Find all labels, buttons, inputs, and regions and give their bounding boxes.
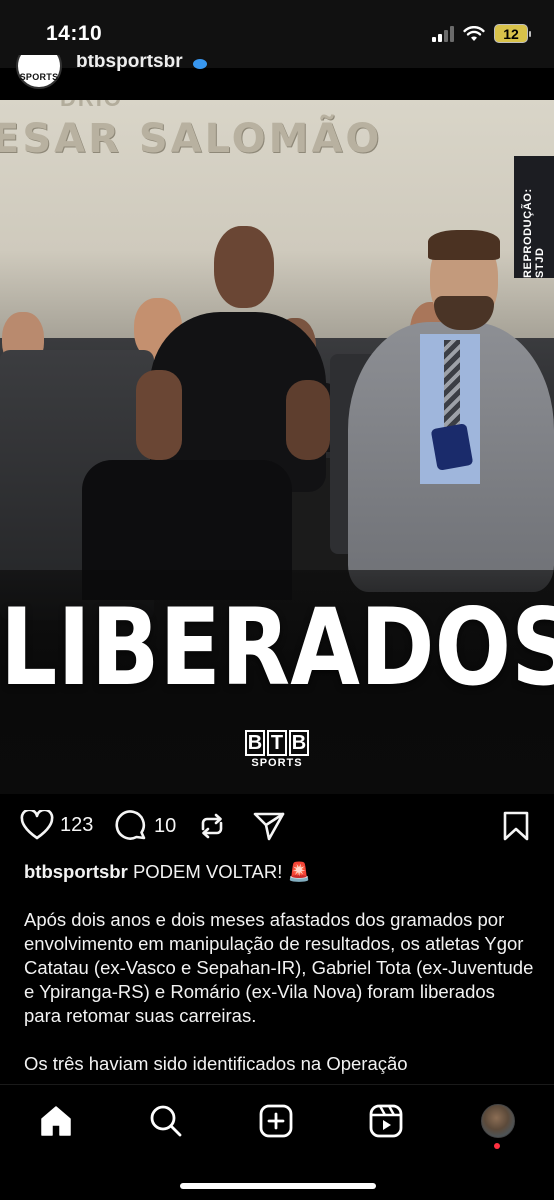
verified-badge-icon	[193, 59, 207, 69]
person-center-arm-right	[286, 380, 330, 460]
nav-profile[interactable]	[478, 1101, 518, 1141]
heart-icon[interactable]	[20, 810, 54, 840]
comment-action[interactable]: 10	[114, 810, 176, 842]
comment-count[interactable]: 10	[154, 815, 176, 838]
profile-avatar[interactable]	[481, 1104, 515, 1138]
caption-username[interactable]: btbsportsbr	[24, 861, 128, 882]
logo-letter-3: B	[289, 729, 309, 756]
nav-reels[interactable]	[366, 1101, 406, 1141]
post-caption: btbsportsbr PODEM VOLTAR! 🚨 Após dois an…	[24, 860, 534, 1100]
logo-letter-2: T	[267, 729, 287, 756]
comment-icon[interactable]	[114, 810, 148, 842]
repost-icon[interactable]	[196, 810, 228, 842]
caption-fade	[0, 1070, 554, 1084]
post-avatar[interactable]: SPORTS	[16, 55, 62, 89]
share-action[interactable]	[252, 810, 286, 842]
post-username[interactable]: btbsportsbr	[76, 55, 183, 73]
avatar-text: SPORTS	[19, 72, 59, 82]
person-center-head	[214, 226, 274, 308]
post-header[interactable]: SPORTS btbsportsbr	[0, 55, 554, 101]
logo-letter-1: B	[245, 729, 265, 756]
wall-text-top: DRIO	[60, 100, 123, 112]
battery-icon: 12	[494, 24, 531, 43]
post-image[interactable]: DRIO ESAR SALOMÃO REPRODUÇÃO:	[0, 100, 554, 794]
reproduction-credit: REPRODUÇÃO: STJD	[514, 156, 554, 278]
btb-sports-logo: B T B SPORTS	[244, 728, 310, 770]
nav-search[interactable]	[146, 1101, 186, 1141]
logo-letters: B T B	[245, 729, 309, 756]
like-count[interactable]: 123	[60, 814, 93, 837]
post-actions: 123 10	[0, 804, 554, 850]
search-icon[interactable]	[149, 1104, 183, 1138]
phone	[430, 423, 474, 471]
send-icon[interactable]	[252, 810, 286, 842]
headline: LIBERADOS!	[0, 586, 554, 710]
reels-icon[interactable]	[369, 1104, 403, 1138]
signal-icon	[432, 25, 454, 42]
like-action[interactable]: 123	[20, 810, 93, 840]
caption-title: PODEM VOLTAR! 🚨	[132, 861, 311, 882]
logo-sub: SPORTS	[251, 756, 303, 769]
person-center-arm	[136, 370, 182, 460]
battery-level: 12	[503, 25, 519, 42]
bookmark-icon[interactable]	[502, 810, 530, 842]
caption-paragraph-1: Após dois anos e dois meses afastados do…	[24, 909, 534, 1026]
nav-create[interactable]	[256, 1101, 296, 1141]
instagram-post-screen: 14:10 12 SPORTS btbsportsbr ESAR SALOMÃO…	[0, 0, 554, 1200]
create-icon[interactable]	[259, 1104, 293, 1138]
notification-dot	[494, 1143, 500, 1149]
status-time: 14:10	[46, 22, 103, 45]
repost-action[interactable]	[196, 810, 228, 842]
wifi-icon	[463, 25, 485, 42]
home-indicator	[180, 1183, 376, 1189]
person-grey-suit-hair	[428, 230, 500, 260]
status-icons: 12	[432, 24, 531, 43]
wall-text: ESAR SALOMÃO	[0, 116, 383, 162]
save-action[interactable]	[502, 810, 530, 842]
caption-title-line: btbsportsbr PODEM VOLTAR! 🚨	[24, 860, 534, 884]
nav-home[interactable]	[36, 1101, 76, 1141]
home-icon[interactable]	[39, 1104, 73, 1138]
reproduction-credit-text: REPRODUÇÃO: STJD	[522, 188, 546, 278]
